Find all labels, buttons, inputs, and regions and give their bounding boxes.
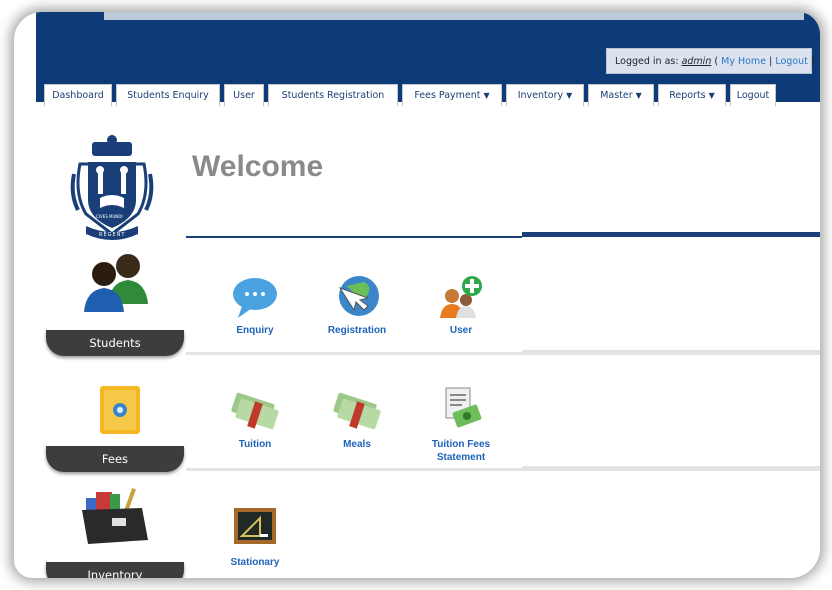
chalkboard-icon [234,508,276,544]
user-label: User [449,325,473,336]
tab-label: Students Enquiry [127,90,209,101]
safe-icon [98,384,142,442]
box-icon [76,484,154,550]
tab-dashboard[interactable]: Dashboard [44,84,112,106]
tuition-fees-statement-label-2: Statement [436,452,486,463]
tab-logout[interactable]: Logout [730,84,776,106]
registration-link[interactable]: Registration [312,274,402,337]
category-label: Inventory [87,568,143,578]
close-paren: ) [810,56,815,67]
tab-label: Logout [736,90,770,101]
page-title: Welcome [192,150,324,183]
divider [522,350,820,355]
enquiry-link[interactable]: Enquiry [210,274,300,337]
tuition-fees-statement-link[interactable]: Tuition Fees Statement [416,386,506,464]
divider [186,468,522,471]
tab-students-registration[interactable]: Students Registration [268,84,398,106]
school-crest: CIVES MUNDI REGENT [66,134,158,250]
crest-icon [70,135,154,240]
students-icon [80,250,152,318]
tab-fees-payment[interactable]: Fees Payment ▼ [402,84,502,106]
meals-link[interactable]: Meals [312,390,402,451]
money-icon [333,392,381,430]
tab-reports[interactable]: Reports ▼ [658,84,726,106]
tab-label: Inventory [517,90,564,101]
tab-label: Master [600,90,633,101]
chevron-down-icon: ▼ [635,91,642,100]
divider [522,232,820,237]
chevron-down-icon: ▼ [566,91,573,100]
tab-students-enquiry[interactable]: Students Enquiry [116,84,220,106]
tab-master[interactable]: Master ▼ [588,84,654,106]
browser-strip [104,12,804,20]
add-user-icon [440,276,482,318]
stationary-label: Stationary [230,557,280,568]
tuition-label: Tuition [238,439,272,450]
divider [186,236,522,238]
category-label: Students [89,336,141,350]
tab-label: User [233,90,255,101]
open-paren: ( [714,56,719,67]
stationary-link[interactable]: Stationary [210,506,300,569]
crest-name: REGENT [99,232,126,238]
tab-label: Dashboard [52,90,104,101]
globe-cursor-icon [338,276,379,316]
meals-label: Meals [343,439,371,450]
statement-icon [445,387,482,428]
divider [186,352,522,355]
chevron-down-icon: ▼ [708,91,715,100]
chevron-down-icon: ▼ [483,91,490,100]
tab-label: Reports [669,90,706,101]
tab-label: Fees Payment [414,90,481,101]
logout-link[interactable]: Logout [775,56,808,67]
logged-in-prefix: Logged in as: [615,56,679,67]
my-home-link[interactable]: My Home [721,56,766,67]
tuition-link[interactable]: Tuition [210,390,300,451]
app-window: Logged in as: admin ( My Home | Logout )… [14,12,820,578]
main-content: CIVES MUNDI REGENT Welcome Students Enqu… [36,106,820,578]
crest-motto: CIVES MUNDI [96,214,123,219]
category-label: Fees [101,452,129,466]
category-inventory[interactable]: Inventory [46,562,184,578]
category-students[interactable]: Students [46,330,184,356]
registration-label: Registration [327,325,387,336]
tab-inventory[interactable]: Inventory ▼ [506,84,584,106]
category-fees[interactable]: Fees [46,446,184,472]
chat-bubble-icon [233,278,277,318]
money-icon [231,392,279,430]
tuition-fees-statement-label-1: Tuition Fees [431,439,491,450]
separator: | [769,56,773,67]
login-status: Logged in as: admin ( My Home | Logout ) [606,48,815,74]
tab-label: Students Registration [281,90,385,101]
enquiry-label: Enquiry [236,325,274,336]
user-link[interactable]: User [416,274,506,337]
divider [522,466,820,471]
tab-user[interactable]: User [224,84,264,106]
username: admin [681,56,712,67]
